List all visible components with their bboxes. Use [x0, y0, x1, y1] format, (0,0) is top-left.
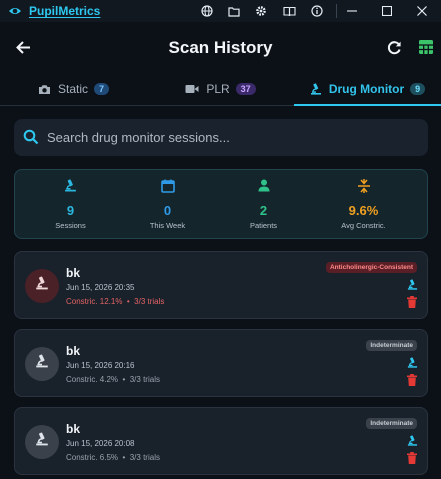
microscope-icon — [19, 179, 122, 193]
session-meta: Constric. 4.2% • 3/3 trials — [66, 375, 160, 384]
microscope-icon — [310, 82, 322, 96]
stat-patients-label: Patients — [249, 221, 278, 230]
gear-icon[interactable] — [253, 3, 269, 19]
stat-patients-value: 2 — [259, 203, 268, 218]
close-icon[interactable] — [411, 2, 433, 20]
stats-panel: 9 Sessions 0 This Week 2 Patients 9.6% A… — [14, 169, 428, 239]
session-card[interactable]: bk Jun 15, 2026 20:08 Constric. 6.5% • 3… — [14, 407, 428, 475]
tab-static-label: Static — [57, 82, 88, 96]
tab-plr-count: 37 — [235, 83, 256, 95]
microscope-icon — [35, 432, 49, 452]
session-date: Jun 15, 2026 20:35 — [66, 283, 135, 292]
avatar — [25, 425, 59, 459]
patient-name: bk — [66, 422, 81, 436]
video-icon — [185, 84, 199, 94]
session-card[interactable]: bk Jun 15, 2026 20:35 Constric. 12.1% • … — [14, 251, 428, 319]
trials-count: 3/3 trials — [134, 297, 165, 306]
constriction-value: Constric. 4.2% — [66, 375, 119, 384]
microscope-icon[interactable] — [405, 356, 419, 370]
calendar-icon — [116, 179, 219, 193]
microscope-icon[interactable] — [405, 434, 419, 448]
refresh-icon[interactable] — [384, 37, 404, 57]
session-date: Jun 15, 2026 20:08 — [66, 439, 135, 448]
avatar — [25, 269, 59, 303]
book-icon[interactable] — [281, 3, 297, 19]
tab-bar: Static 7 PLR 37 Drug Monitor 9 — [0, 72, 441, 106]
tab-plr[interactable]: PLR 37 — [147, 72, 294, 106]
avatar — [25, 347, 59, 381]
search-icon — [23, 129, 39, 150]
trash-icon[interactable] — [405, 373, 419, 387]
stat-avg-constriction-value: 9.6% — [348, 203, 379, 218]
patient-name: bk — [66, 344, 81, 358]
stat-sessions: 9 Sessions — [19, 170, 122, 240]
tab-drug-monitor[interactable]: Drug Monitor 9 — [294, 72, 441, 106]
microscope-icon — [35, 354, 49, 374]
page-header: Scan History — [0, 22, 441, 72]
status-badge: Indeterminate — [366, 418, 417, 429]
info-icon[interactable] — [309, 3, 325, 19]
stat-avg-constriction: 9.6% Avg Constric. — [312, 170, 415, 240]
trash-icon[interactable] — [405, 295, 419, 309]
compress-icon — [312, 179, 415, 193]
search-bar — [14, 119, 428, 156]
page-title: Scan History — [168, 38, 273, 57]
session-date: Jun 15, 2026 20:16 — [66, 361, 135, 370]
microscope-icon — [35, 276, 49, 296]
title-bar-divider — [336, 4, 337, 18]
stat-this-week: 0 This Week — [116, 170, 219, 240]
status-badge: Indeterminate — [366, 340, 417, 351]
constriction-value: Constric. 12.1% — [66, 297, 123, 306]
stat-avg-constriction-label: Avg Constric. — [341, 221, 386, 230]
session-card[interactable]: bk Jun 15, 2026 20:16 Constric. 4.2% • 3… — [14, 329, 428, 397]
tab-static-count: 7 — [94, 83, 110, 95]
person-icon — [212, 179, 315, 192]
folder-icon[interactable] — [226, 3, 242, 19]
trials-count: 3/3 trials — [129, 375, 160, 384]
tab-plr-label: PLR — [206, 82, 230, 96]
constriction-value: Constric. 6.5% — [66, 453, 119, 462]
camera-icon — [38, 84, 51, 95]
title-bar: PupilMetrics — [0, 0, 441, 22]
tab-static[interactable]: Static 7 — [0, 72, 147, 106]
globe-icon[interactable] — [199, 3, 215, 19]
eye-icon — [8, 4, 22, 18]
patient-name: bk — [66, 266, 81, 280]
trash-icon[interactable] — [405, 451, 419, 465]
minimize-icon[interactable] — [341, 2, 363, 20]
stat-this-week-value: 0 — [163, 203, 172, 218]
stat-patients: 2 Patients — [212, 170, 315, 240]
trials-count: 3/3 trials — [129, 453, 160, 462]
app-title[interactable]: PupilMetrics — [29, 4, 100, 18]
status-badge: Anticholinergic-Consistent — [325, 262, 417, 273]
session-meta: Constric. 12.1% • 3/3 trials — [66, 297, 165, 306]
maximize-icon[interactable] — [376, 2, 398, 20]
stat-sessions-value: 9 — [66, 203, 75, 218]
active-tab-indicator — [294, 104, 441, 106]
microscope-icon[interactable] — [405, 278, 419, 292]
table-export-icon[interactable] — [416, 37, 436, 57]
session-meta: Constric. 6.5% • 3/3 trials — [66, 453, 160, 462]
stat-sessions-label: Sessions — [55, 221, 86, 230]
tab-drug-monitor-label: Drug Monitor — [328, 82, 405, 96]
search-input[interactable] — [47, 119, 417, 156]
tab-drug-monitor-count: 9 — [410, 83, 426, 95]
stat-this-week-label: This Week — [149, 221, 186, 230]
